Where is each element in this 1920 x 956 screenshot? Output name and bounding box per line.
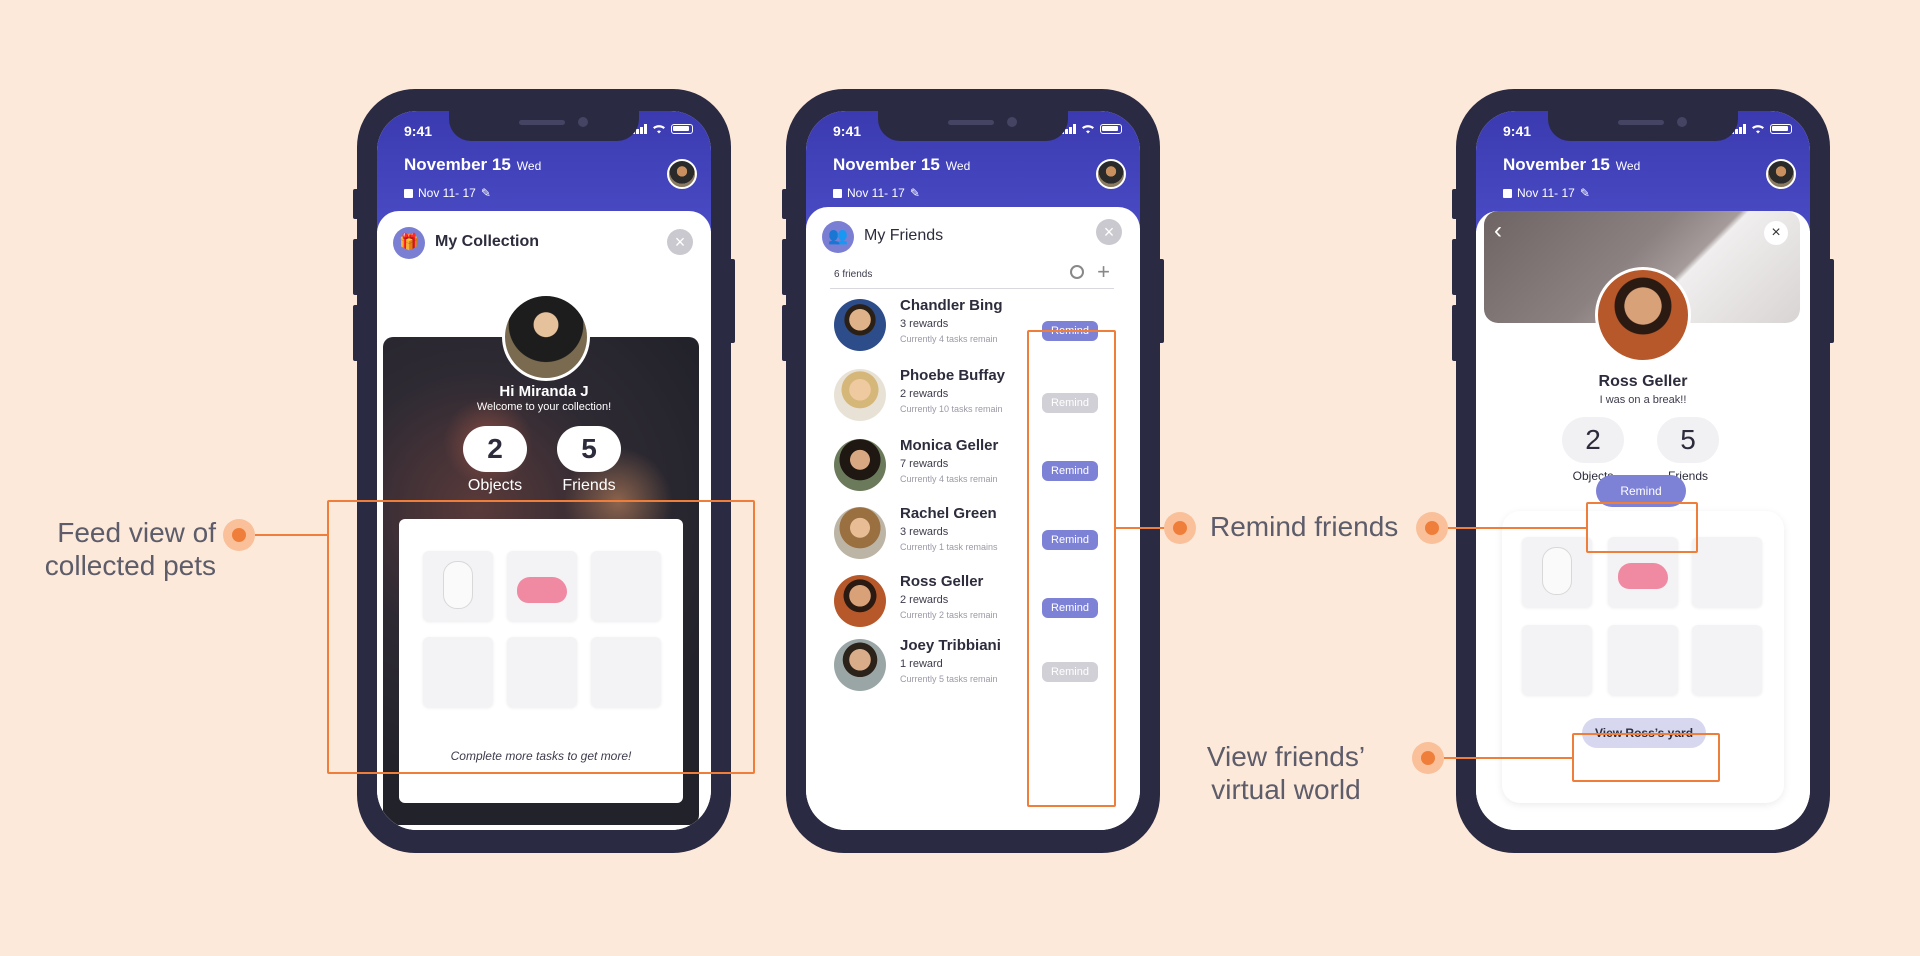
annotation-feed-label: Feed view of collected pets xyxy=(44,517,216,581)
pet-tile-empty xyxy=(1522,625,1592,695)
battery-icon xyxy=(1100,124,1122,134)
close-button[interactable]: × xyxy=(1096,219,1122,245)
friend-name: Phoebe Buffay xyxy=(900,367,1006,384)
edit-pencil-icon: ✎ xyxy=(1579,186,1590,200)
friends-label: Friends xyxy=(562,477,616,494)
objects-count: 2 xyxy=(463,426,527,472)
week-range[interactable]: Nov 11- 17 ✎ xyxy=(833,186,920,200)
friend-name: Chandler Bing xyxy=(900,297,1003,314)
pet-tile[interactable] xyxy=(1522,537,1592,607)
annotation-box-remind-list xyxy=(1027,330,1116,807)
annotation-line xyxy=(1116,527,1166,529)
friend-avatar xyxy=(834,299,886,351)
friend-tasks-remaining: Currently 4 tasks remain xyxy=(900,474,998,484)
back-arrow-icon[interactable]: ‹ xyxy=(1494,217,1502,245)
friend-rewards: 2 rewards xyxy=(900,388,949,400)
annotation-box-remind-button xyxy=(1586,502,1698,553)
profile-avatar xyxy=(502,293,590,381)
user-avatar[interactable] xyxy=(1096,159,1126,189)
friend-name: Monica Geller xyxy=(900,437,999,454)
status-icons xyxy=(1731,124,1792,134)
wifi-icon xyxy=(1752,125,1764,134)
header-date: November 15 Wed xyxy=(833,155,971,174)
screen: 9:41 November 15 Wed Nov 11- 17 ✎ ‹ × Ross… xyxy=(1476,111,1810,830)
edit-pencil-icon: ✎ xyxy=(480,186,491,200)
close-button[interactable]: × xyxy=(1764,221,1788,245)
annotation-dot xyxy=(1164,512,1196,544)
pet-tile-empty xyxy=(1692,537,1762,607)
annotation-dot xyxy=(1416,512,1448,544)
annotation-line xyxy=(255,534,327,536)
annotation-line xyxy=(1444,757,1572,759)
wifi-icon xyxy=(653,125,665,134)
friend-name: Ross Geller xyxy=(900,573,984,590)
friend-tasks-remaining: Currently 5 tasks remain xyxy=(900,674,998,684)
annotation-remind-label: Remind friends xyxy=(1210,511,1399,542)
header-date: November 15 Wed xyxy=(404,155,542,174)
battery-icon xyxy=(671,124,693,134)
battery-icon xyxy=(1770,124,1792,134)
friend-tasks-remaining: Currently 10 tasks remain xyxy=(900,404,1003,414)
friend-rewards: 7 rewards xyxy=(900,458,949,470)
friends-count: 5 xyxy=(1657,417,1719,463)
friends-count: 6 friends xyxy=(834,269,873,280)
pig-pet xyxy=(1618,563,1668,589)
annotation-box-feed xyxy=(327,500,755,774)
calendar-icon xyxy=(1503,188,1512,198)
pet-tile-empty xyxy=(1608,625,1678,695)
friend-avatar xyxy=(834,575,886,627)
friend-tasks-remaining: Currently 1 task remains xyxy=(900,542,998,552)
friend-avatar xyxy=(1595,267,1691,363)
friends-search-row: 6 friends + xyxy=(830,259,1114,289)
polar-bear-pet xyxy=(1542,547,1572,595)
friends-count: 5 xyxy=(557,426,621,472)
sheet-title: My Friends xyxy=(864,227,944,244)
gift-icon: 🎁 xyxy=(393,227,425,259)
annotation-dot xyxy=(223,519,255,551)
close-button[interactable]: × xyxy=(667,229,693,255)
status-icons xyxy=(632,124,693,134)
week-range[interactable]: Nov 11- 17 ✎ xyxy=(1503,186,1590,200)
annotation-virtual-label: View friends’ virtual world xyxy=(1206,741,1366,805)
friend-avatar xyxy=(834,639,886,691)
welcome-text: Welcome to your collection! xyxy=(476,401,612,413)
friend-rewards: 1 reward xyxy=(900,658,943,670)
friend-avatar xyxy=(834,369,886,421)
user-avatar[interactable] xyxy=(1766,159,1796,189)
friend-status: I was on a break!! xyxy=(1599,394,1687,406)
friend-tasks-remaining: Currently 2 tasks remain xyxy=(900,610,998,620)
week-range[interactable]: Nov 11- 17 ✎ xyxy=(404,186,491,200)
annotation-box-view-yard xyxy=(1572,733,1720,782)
friends-icon: 👥 xyxy=(822,221,854,253)
friend-rewards: 3 rewards xyxy=(900,526,949,538)
friend-rewards: 2 rewards xyxy=(900,594,949,606)
friend-name: Rachel Green xyxy=(900,505,997,522)
friend-avatar xyxy=(834,439,886,491)
sheet-title: My Collection xyxy=(435,233,540,250)
calendar-icon xyxy=(404,188,413,198)
search-icon[interactable] xyxy=(1070,265,1084,279)
friend-rewards: 3 rewards xyxy=(900,318,949,330)
status-time: 9:41 xyxy=(833,123,862,139)
status-time: 9:41 xyxy=(404,123,433,139)
annotation-dot xyxy=(1412,742,1444,774)
pet-tile-empty xyxy=(1692,625,1762,695)
calendar-icon xyxy=(833,188,842,198)
objects-count: 2 xyxy=(1562,417,1624,463)
friend-name: Joey Tribbiani xyxy=(900,637,1001,654)
wifi-icon xyxy=(1082,125,1094,134)
friend-tasks-remaining: Currently 4 tasks remain xyxy=(900,334,998,344)
annotation-line xyxy=(1448,527,1586,529)
edit-pencil-icon: ✎ xyxy=(909,186,920,200)
add-friend-icon[interactable]: + xyxy=(1097,260,1110,284)
friend-avatar xyxy=(834,507,886,559)
status-time: 9:41 xyxy=(1503,123,1532,139)
user-avatar[interactable] xyxy=(667,159,697,189)
header-date: November 15 Wed xyxy=(1503,155,1641,174)
greeting: Hi Miranda J xyxy=(499,383,589,400)
friend-name: Ross Geller xyxy=(1598,373,1688,390)
status-icons xyxy=(1061,124,1122,134)
objects-label: Objects xyxy=(467,477,523,494)
